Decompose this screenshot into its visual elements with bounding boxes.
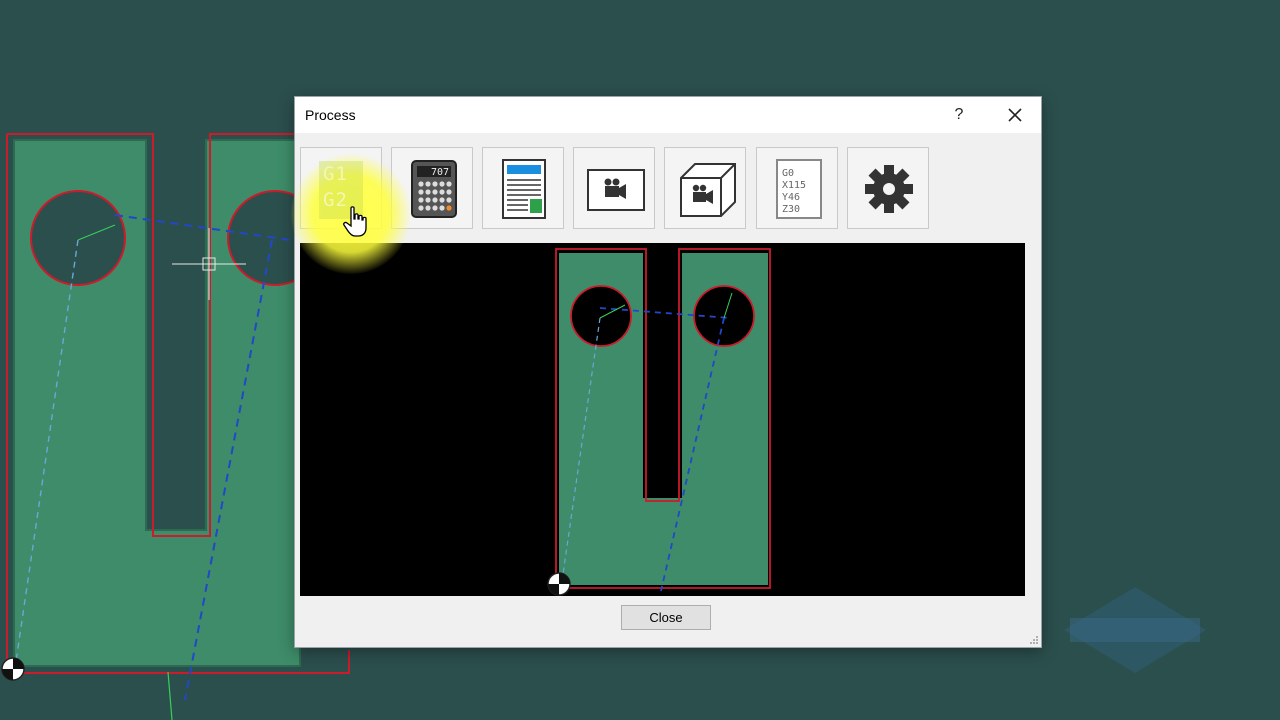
g1-g2-icon: G1 G2 — [319, 161, 363, 219]
preview-hole-left — [570, 285, 632, 347]
dialog-titlebar: Process ? — [295, 97, 1041, 133]
gcode-line-4: Z30 — [782, 204, 800, 215]
3d-box-camera-icon — [680, 163, 736, 217]
origin-marker — [1, 657, 25, 681]
gcode-line-1: G0 — [782, 168, 794, 179]
close-icon[interactable] — [1003, 103, 1027, 127]
gear-icon — [865, 165, 913, 213]
simulate-3d-button[interactable] — [664, 147, 746, 229]
settings-button[interactable] — [847, 147, 929, 229]
video-camera-icon — [587, 169, 645, 211]
simulate-2d-button[interactable] — [573, 147, 655, 229]
process-dialog: Process ? 707 G0 X115 Y46 Z30 Close — [294, 96, 1042, 648]
g1-label: G1 — [323, 163, 348, 185]
watermark-logo — [1064, 587, 1206, 673]
entry-line — [167, 671, 173, 720]
resize-grip-icon[interactable] — [1029, 635, 1039, 645]
gcode-text-icon: G0 X115 Y46 Z30 — [776, 159, 822, 219]
calculator-button[interactable]: 707 — [391, 147, 473, 229]
document-report-icon — [502, 159, 546, 219]
calculator-icon: 707 — [411, 160, 457, 218]
gcode-line-2: X115 — [782, 180, 806, 191]
gcode-line-3: Y46 — [782, 192, 800, 203]
report-button[interactable] — [482, 147, 564, 229]
calculator-display: 707 — [431, 167, 449, 178]
preview-canvas[interactable] — [300, 243, 1025, 596]
dialog-title: Process — [305, 107, 356, 123]
gcode-button[interactable]: G0 X115 Y46 Z30 — [756, 147, 838, 229]
preview-origin-marker — [547, 572, 571, 596]
close-button[interactable]: Close — [621, 605, 711, 630]
help-button[interactable]: ? — [947, 103, 971, 127]
g2-label: G2 — [323, 189, 348, 211]
hole-left — [30, 190, 126, 286]
